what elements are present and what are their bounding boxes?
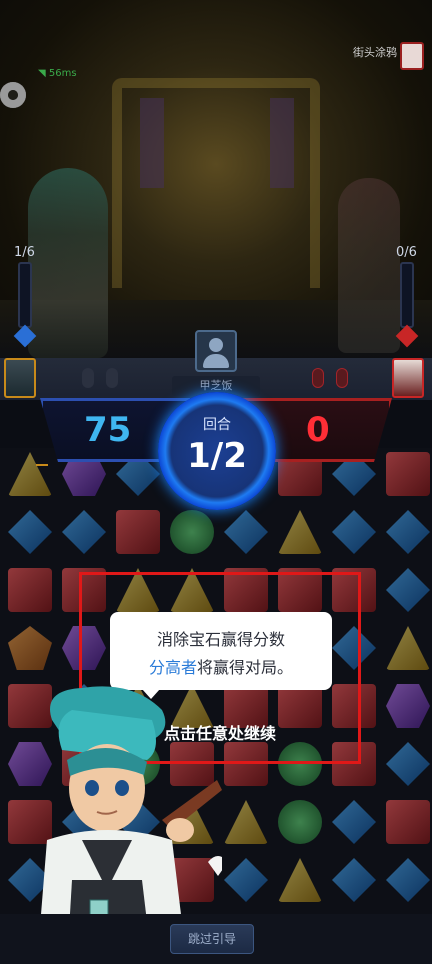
wifi-icon: ◥ xyxy=(38,68,46,79)
player-skill-slot xyxy=(106,368,118,388)
gem-yellow[interactable] xyxy=(278,858,322,902)
gem-yellow[interactable] xyxy=(224,800,268,844)
gem-blue[interactable] xyxy=(386,510,430,554)
tutorial-speech-bubble: 消除宝石赢得分数 分高者将赢得对局。 xyxy=(110,612,332,699)
gem-orange[interactable] xyxy=(8,626,52,670)
round-value: 1/2 xyxy=(187,436,247,476)
tutorial-line-2: 分高者将赢得对局。 xyxy=(110,654,332,678)
opponent-skill-slot xyxy=(336,368,348,388)
opponent-energy-counter: 0/6 xyxy=(396,245,417,260)
gem-blue[interactable] xyxy=(62,510,106,554)
opponent-avatar-top[interactable] xyxy=(400,42,424,70)
gem-yellow[interactable] xyxy=(8,452,52,496)
gem-blue[interactable] xyxy=(224,858,268,902)
gem-red[interactable] xyxy=(386,452,430,496)
gear-icon[interactable] xyxy=(0,82,26,108)
gem-purple[interactable] xyxy=(386,684,430,728)
player-energy-counter: 1/6 xyxy=(14,245,35,260)
gem-yellow[interactable] xyxy=(278,510,322,554)
gem-blue[interactable] xyxy=(332,800,376,844)
tutorial-line-1: 消除宝石赢得分数 xyxy=(156,630,285,649)
gem-yellow[interactable] xyxy=(386,626,430,670)
gem-blue[interactable] xyxy=(386,742,430,786)
tutorial-highlight-text: 分高者 xyxy=(148,658,197,677)
player-skill-slot xyxy=(82,368,94,388)
opponent-avatar[interactable] xyxy=(392,358,424,398)
gem-green[interactable] xyxy=(278,800,322,844)
opponent-energy-meter xyxy=(400,262,414,328)
arena-banner-left xyxy=(140,98,164,188)
round-label: 回合 xyxy=(203,417,231,433)
board-marker xyxy=(36,464,48,466)
gem-red[interactable] xyxy=(116,510,160,554)
gem-blue[interactable] xyxy=(8,510,52,554)
gem-blue[interactable] xyxy=(386,568,430,612)
player-avatar[interactable] xyxy=(4,358,36,398)
player-profile-icon[interactable] xyxy=(195,330,237,372)
gem-green[interactable] xyxy=(170,510,214,554)
player-hero xyxy=(28,168,108,358)
player-score: 75 xyxy=(84,410,132,450)
opponent-score: 0 xyxy=(306,410,330,450)
opponent-hero xyxy=(338,178,400,353)
gem-blue[interactable] xyxy=(332,510,376,554)
ping-text: 56ms xyxy=(48,68,77,79)
gem-red[interactable] xyxy=(8,568,52,612)
gem-blue[interactable] xyxy=(386,858,430,902)
opponent-skill-slot xyxy=(312,368,324,388)
player-energy-meter xyxy=(18,262,32,328)
gem-red[interactable] xyxy=(386,800,430,844)
arena-banner-right xyxy=(270,98,294,188)
opponent-name: 街头涂鸦 xyxy=(353,46,397,59)
gem-blue[interactable] xyxy=(224,510,268,554)
network-ping: ◥ 56ms xyxy=(38,68,77,79)
tutorial-line-2-rest: 将赢得对局。 xyxy=(197,658,294,677)
gem-blue[interactable] xyxy=(332,858,376,902)
skip-tutorial-button[interactable]: 跳过引导 xyxy=(170,924,254,954)
